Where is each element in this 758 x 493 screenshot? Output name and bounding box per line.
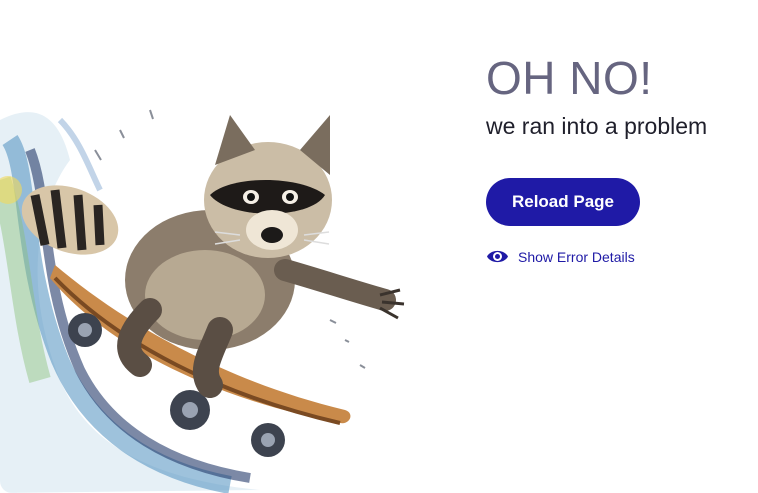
eye-icon <box>487 250 508 263</box>
reload-page-button[interactable]: Reload Page <box>486 178 640 226</box>
show-error-details-label: Show Error Details <box>518 248 635 265</box>
error-page: OH NO! we ran into a problem Reload Page… <box>0 0 758 493</box>
error-title: OH NO! <box>486 52 653 104</box>
error-message-panel: OH NO! we ran into a problem Reload Page… <box>486 50 746 265</box>
show-error-details-link[interactable]: Show Error Details <box>486 248 746 265</box>
error-subtitle: we ran into a problem <box>486 113 708 139</box>
raccoon-skateboard-illustration <box>0 109 405 493</box>
